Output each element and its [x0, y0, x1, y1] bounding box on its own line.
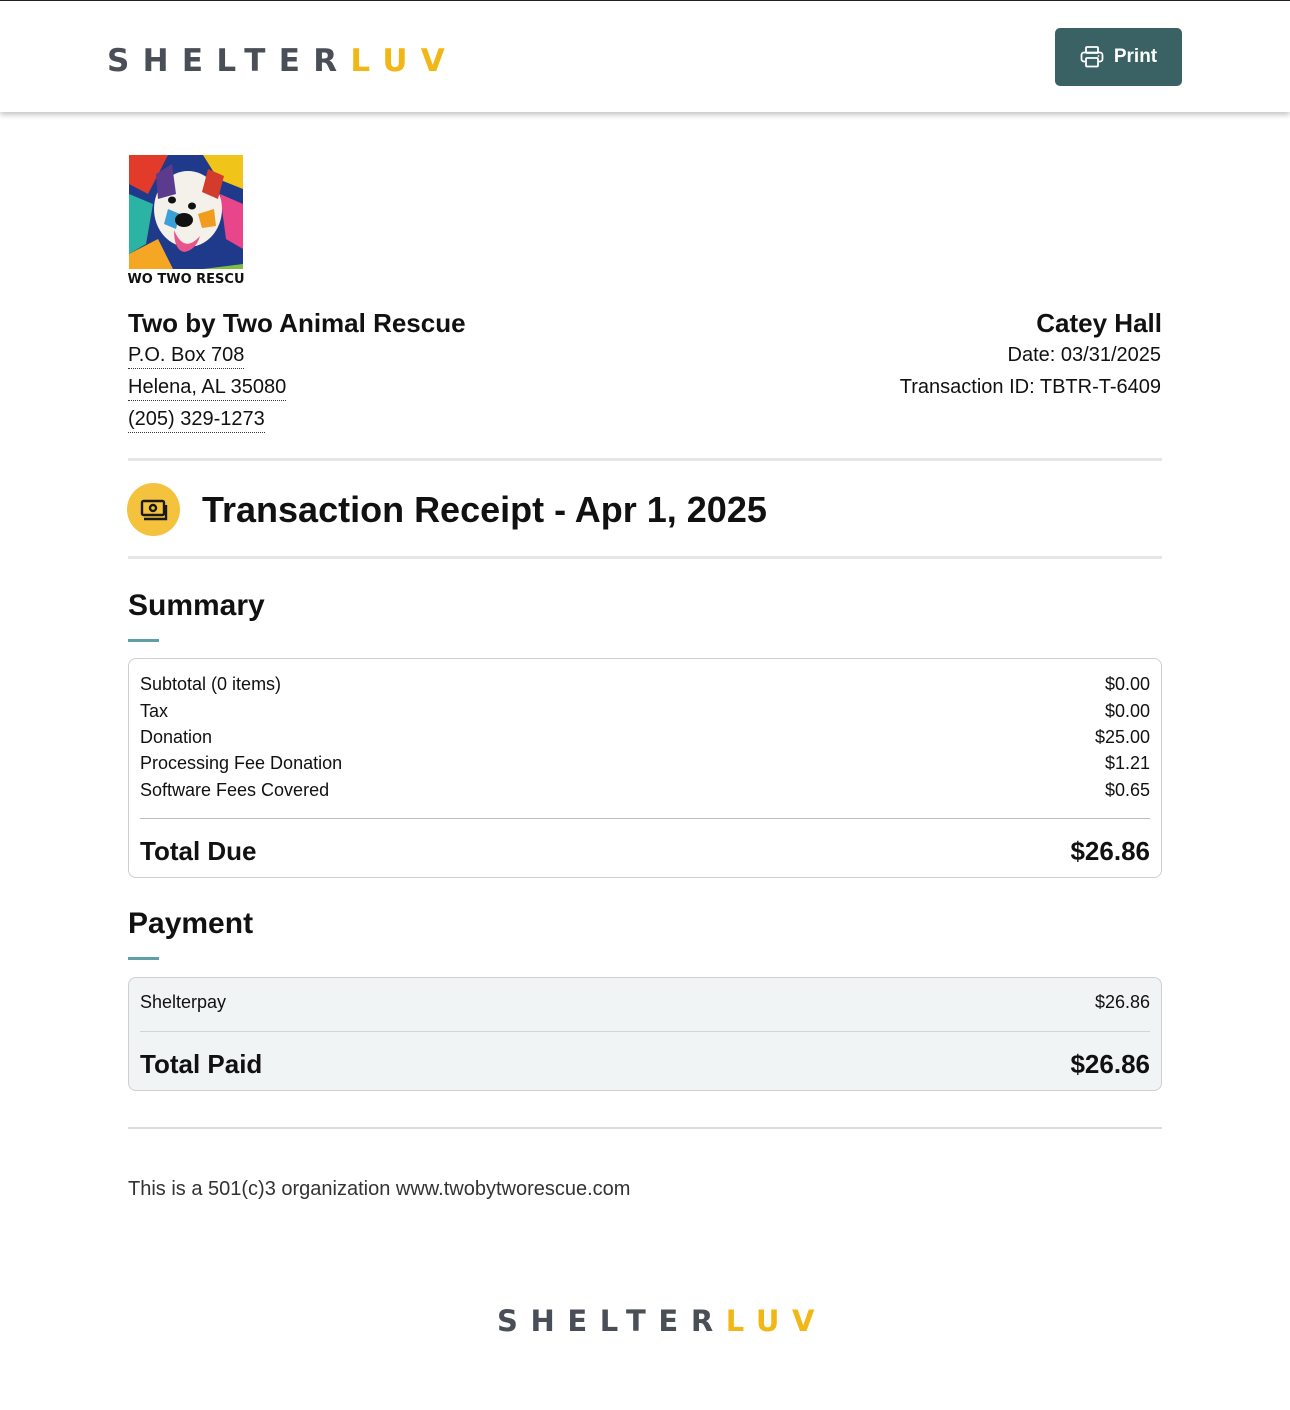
payment-heading-accent [128, 957, 159, 960]
summary-row: Donation $25.00 [140, 725, 1150, 749]
summary-row-value: $0.00 [1104, 674, 1150, 694]
brand-part-2: LUV [350, 43, 459, 79]
transaction-id: Transaction ID: TBTR-T-6409 [899, 376, 1161, 398]
transaction-date: Date: 03/31/2025 [1007, 344, 1161, 366]
divider [128, 458, 1162, 461]
summary-divider [140, 818, 1150, 819]
summary-row: Processing Fee Donation $1.21 [140, 751, 1150, 775]
summary-row: Subtotal (0 items) $0.00 [140, 672, 1150, 696]
print-label: Print [1113, 46, 1158, 67]
summary-row-label: Subtotal (0 items) [140, 674, 282, 694]
money-icon [127, 483, 180, 536]
summary-row-value: $0.00 [1104, 701, 1150, 721]
shelterluv-footer-logo: SHELTERLUV [497, 1302, 827, 1340]
organization-address-line-1[interactable]: P.O. Box 708 [128, 342, 245, 369]
summary-row-label: Tax [140, 701, 169, 721]
payment-row: Shelterpay $26.86 [140, 990, 1150, 1014]
total-paid-label: Total Paid [140, 1049, 263, 1079]
organization-name: Two by Two Animal Rescue [128, 308, 466, 338]
total-due-label: Total Due [140, 836, 257, 866]
payment-method-value: $26.86 [1094, 992, 1150, 1012]
organization-footnote: This is a 501(c)3 organization www.twoby… [128, 1178, 631, 1200]
total-paid-value: $26.86 [1070, 1049, 1150, 1079]
printer-icon [1080, 46, 1104, 68]
rescue-logo: TWO TWO RESCUE [128, 154, 244, 286]
print-button[interactable]: Print [1055, 28, 1182, 86]
brand-part-1: SHELTER [497, 1304, 726, 1338]
payment-method-label: Shelterpay [140, 992, 227, 1012]
brand-part-2: LUV [725, 1304, 828, 1338]
summary-heading-accent [128, 639, 159, 642]
shelterluv-logo[interactable]: SHELTERLUV [107, 41, 458, 81]
payment-divider [140, 1031, 1150, 1032]
app-header: SHELTERLUV Print [0, 1, 1290, 112]
payment-heading: Payment [128, 907, 254, 940]
divider [128, 1127, 1162, 1129]
summary-row-value: $0.65 [1104, 780, 1150, 800]
summary-row-label: Software Fees Covered [140, 780, 330, 800]
summary-row: Tax $0.00 [140, 699, 1150, 723]
total-paid-row: Total Paid $26.86 [140, 1048, 1150, 1080]
summary-row-value: $25.00 [1094, 727, 1150, 747]
summary-table: Subtotal (0 items) $0.00 Tax $0.00 Donat… [128, 658, 1162, 878]
total-due-row: Total Due $26.86 [140, 835, 1150, 867]
summary-row-value: $1.21 [1104, 753, 1150, 773]
organization-phone[interactable]: (205) 329-1273 [128, 406, 265, 433]
organization-address-line-2[interactable]: Helena, AL 35080 [128, 374, 287, 401]
divider [128, 556, 1162, 559]
total-due-value: $26.86 [1070, 836, 1150, 866]
brand-part-1: SHELTER [107, 43, 351, 79]
customer-name: Catey Hall [1036, 308, 1162, 338]
summary-row-label: Processing Fee Donation [140, 753, 343, 773]
summary-heading: Summary [128, 589, 265, 622]
receipt-title: Transaction Receipt - Apr 1, 2025 [202, 489, 767, 530]
payment-table: Shelterpay $26.86 Total Paid $26.86 [128, 977, 1162, 1091]
logo-caption: TWO TWO RESCUE [128, 272, 244, 286]
summary-row-label: Donation [140, 727, 213, 747]
summary-row: Software Fees Covered $0.65 [140, 778, 1150, 802]
